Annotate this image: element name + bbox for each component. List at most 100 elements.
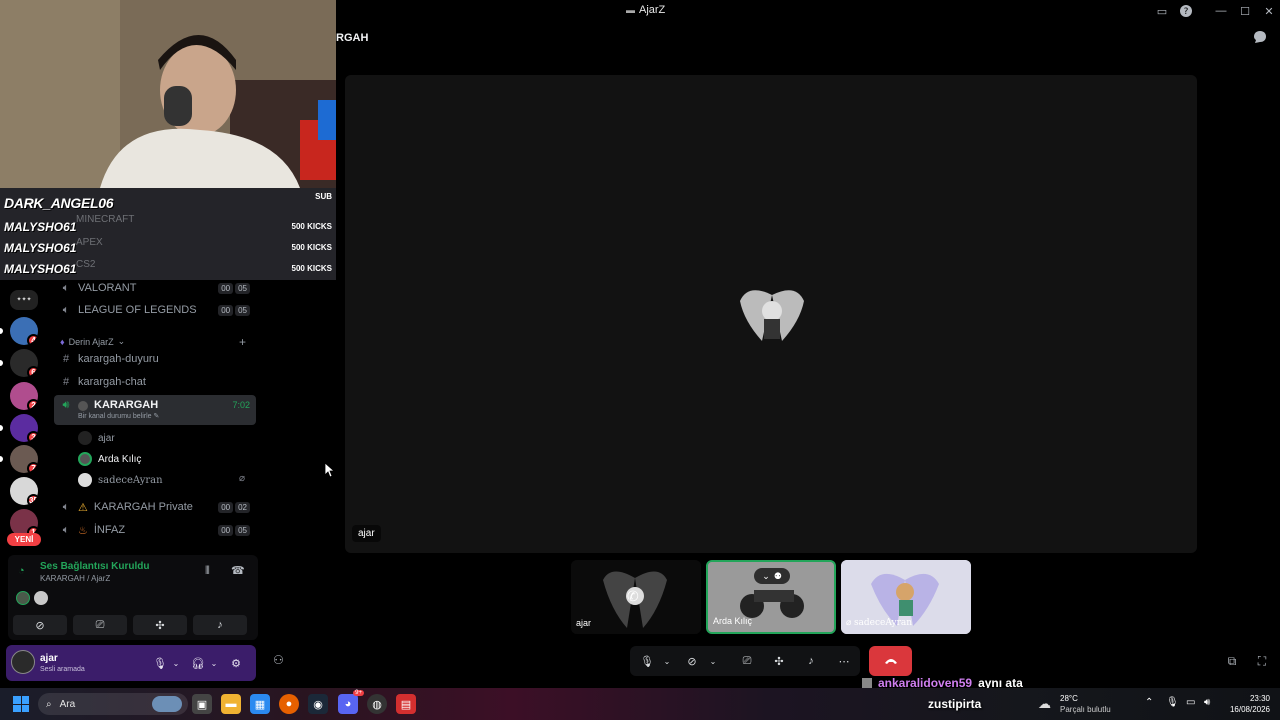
store-icon[interactable]: ▦ [250, 694, 270, 714]
weather-widget[interactable]: ☁ 28°C Parçalı bulutlu [1036, 692, 1126, 716]
main-video-stage[interactable]: ajar [345, 75, 1197, 553]
noise-suppression-icon[interactable]: ⦀ [205, 565, 210, 578]
alert-headline: DARK_ANGEL06 [4, 195, 114, 211]
screen-share-icon[interactable]: ⎚ [739, 653, 755, 669]
app-icon[interactable]: ▤ [396, 694, 416, 714]
avatar [78, 431, 92, 445]
avatar[interactable] [11, 650, 35, 674]
voice-channel-karargah-private[interactable]: 🔈︎ ⚠ KARARGAH Private 00 02 [54, 496, 256, 518]
avatar [78, 452, 92, 466]
new-servers-badge[interactable]: YENİ [7, 533, 41, 546]
alert-name: MALYSHO61 [4, 220, 77, 234]
server-status-icon [78, 401, 88, 411]
chevron-down-icon[interactable]: ⌄ [206, 655, 222, 671]
soundboard-icon[interactable]: ♪ [803, 653, 819, 669]
unread-pip [0, 456, 3, 462]
activities-button[interactable]: ✣ [133, 615, 187, 635]
hang-up-button[interactable] [869, 646, 912, 676]
voice-status[interactable]: Ses Bağlantısı Kuruldu [40, 561, 149, 572]
chevron-down-icon[interactable]: ⌄ [659, 653, 675, 669]
server-icon[interactable]: 3 [10, 414, 38, 442]
add-friend-icon[interactable]: ⚇ [273, 653, 289, 669]
headphones-icon[interactable]: 🎧︎ [190, 655, 206, 671]
search-highlight-image [152, 696, 182, 712]
voice-connection-panel: ◔ Ses Bağlantısı Kuruldu KARARGAH / Ajar… [8, 555, 258, 640]
tray-mic-icon[interactable]: 🎙︎ [1166, 697, 1179, 708]
window-title-text: AjarZ [639, 4, 666, 16]
voice-member[interactable]: sadeceAyran [78, 470, 163, 490]
server-icon[interactable]: 4 [10, 317, 38, 345]
text-channel-karargah-chat[interactable]: # karargah-chat [54, 371, 256, 393]
speaker-icon: 🔈︎ [62, 303, 70, 316]
tray-expand-icon[interactable]: ⌃ [1145, 697, 1153, 708]
server-icon[interactable]: 6 [10, 349, 38, 377]
voice-channel-infaz[interactable]: 🔈︎ ♨ İNFAZ 00 05 [54, 519, 256, 541]
help-icon[interactable]: ? [1178, 3, 1194, 19]
weather-temp: 28°C [1060, 694, 1078, 703]
category-name: Derin AjarZ [68, 336, 114, 347]
text-channel-karargah-duyuru[interactable]: # karargah-duyuru [54, 348, 256, 370]
taskbar-search[interactable]: ⌕ Ara [38, 693, 188, 715]
participant-tile-arda[interactable]: ⌄ ⚉ Arda Kılıç [706, 560, 836, 634]
tile-label: ⌀ sadeceAyran [846, 617, 913, 628]
user-count: 00 05 [218, 282, 250, 294]
tray-volume-icon[interactable]: 🔊︎ [1204, 697, 1210, 708]
participant-avatar[interactable] [16, 591, 30, 605]
add-channel-icon[interactable]: + [239, 335, 246, 349]
unread-pip [0, 328, 3, 334]
firefox-icon[interactable]: ● [279, 694, 299, 714]
close-icon[interactable]: ✕ [1261, 3, 1277, 19]
server-icon[interactable]: 35 [10, 477, 38, 505]
steam-icon[interactable]: ◉ [308, 694, 328, 714]
camera-off-button[interactable]: ⊘ [13, 615, 67, 635]
voice-channel-karargah[interactable]: 🔊︎ KARARGAH 7:02 Bir kanal durumu belirl… [54, 395, 256, 425]
inbox-icon[interactable]: ▭ [1154, 3, 1170, 19]
user-avatar-wings [740, 290, 804, 341]
phone-icon: ✆ [627, 588, 639, 604]
maximize-icon[interactable]: ☐ [1237, 3, 1253, 19]
voice-member[interactable]: Arda Kılıç [78, 449, 141, 469]
participant-tile-ajar[interactable]: ✆ ajar [571, 560, 701, 634]
clock-time: 23:30 [1249, 694, 1270, 703]
microphone-icon[interactable]: 🎙︎ [639, 653, 655, 669]
category-derin-ajarz[interactable]: ♦ Derin AjarZ ⌄ [60, 336, 125, 347]
gear-icon[interactable]: ⚙ [228, 655, 244, 671]
discord-icon[interactable]: ◕ 9+ [338, 690, 364, 714]
server-icon[interactable]: 2 [10, 382, 38, 410]
voice-channel-valorant[interactable]: 🔈︎ VALORANT 00 05 [54, 277, 256, 299]
server-icon[interactable]: ✦✦✦ [10, 290, 38, 310]
disconnect-icon[interactable]: ☎ [231, 564, 245, 577]
microphone-icon[interactable]: 🎙︎ [152, 655, 168, 671]
camera-off-icon[interactable]: ⊘ [684, 653, 700, 669]
minimize-icon[interactable]: — [1213, 3, 1229, 19]
alert-headline-tag: SUB [315, 192, 332, 201]
channel-header: RGAH [336, 22, 1280, 54]
more-icon[interactable]: ⋯ [836, 653, 852, 669]
windows-start-icon[interactable] [13, 696, 29, 712]
voice-location[interactable]: KARARGAH / AjarZ [40, 574, 110, 583]
system-clock[interactable]: 23:30 16/08/2026 [1230, 693, 1270, 715]
task-view-icon[interactable]: ▣ [192, 694, 212, 714]
focus-controls[interactable]: ⌄ ⚉ [754, 568, 790, 584]
participant-avatar[interactable] [34, 591, 48, 605]
chevron-down-icon[interactable]: ⌄ [168, 655, 184, 671]
obs-icon[interactable]: ◍ [367, 694, 387, 714]
alert-name: MALYSHO61 [4, 241, 77, 255]
chat-bubble-icon[interactable] [1253, 30, 1269, 46]
screen-share-button[interactable]: ⎚ [73, 615, 127, 635]
pop-out-icon[interactable]: ⧉ [1224, 653, 1240, 669]
soundboard-button[interactable]: ♪ [193, 615, 247, 635]
participant-tile-sadeceayran[interactable]: ⌀ sadeceAyran [841, 560, 971, 634]
server-icon[interactable]: 7 [10, 445, 38, 473]
voice-channel-league-of-legends[interactable]: 🔈︎ LEAGUE OF LEGENDS 00 05 [54, 299, 256, 321]
voice-member[interactable]: ajar [78, 428, 115, 448]
file-explorer-icon[interactable]: ▬ [221, 694, 241, 714]
channel-status-hint[interactable]: Bir kanal durumu belirle ✎ [78, 412, 159, 420]
fullscreen-icon[interactable]: ⛶ [1254, 653, 1270, 669]
window-title: ▬ AjarZ [626, 4, 665, 16]
activities-icon[interactable]: ✣ [771, 653, 787, 669]
tray-network-icon[interactable]: ▭ [1186, 697, 1195, 708]
mention-badge: 2 [27, 399, 38, 410]
chevron-down-icon[interactable]: ⌄ [705, 653, 721, 669]
user-name[interactable]: ajar [40, 653, 58, 664]
